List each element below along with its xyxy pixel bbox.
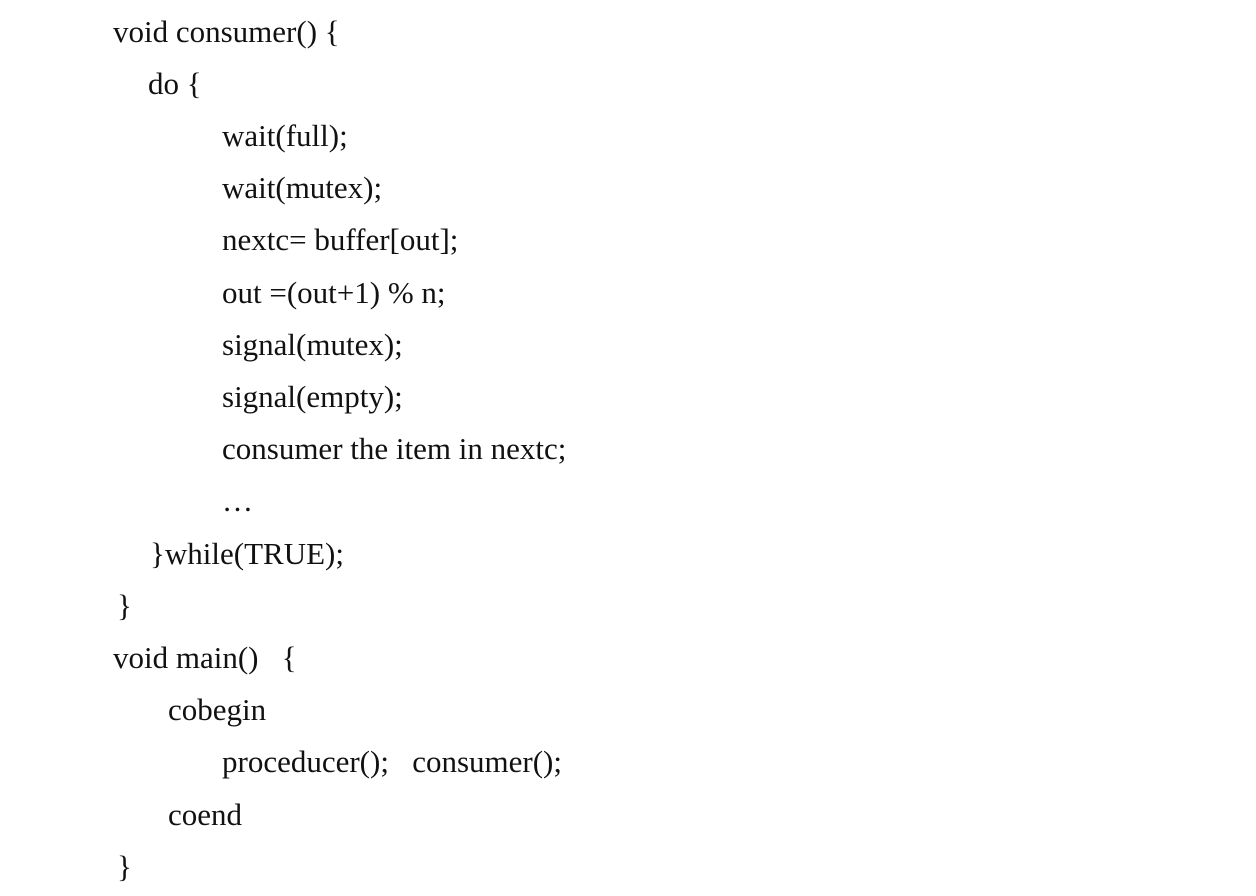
code-line: }while(TRUE); (150, 536, 344, 571)
document-page: void consumer() { do { wait(full); wait(… (0, 0, 1256, 896)
code-line: wait(full); (222, 118, 348, 153)
code-line: coend (168, 797, 243, 832)
code-line: void main() { (113, 640, 297, 675)
code-line: cobegin (168, 692, 267, 727)
code-line: proceducer(); consumer(); (222, 744, 562, 779)
code-line: } (117, 849, 132, 884)
code-line: wait(mutex); (222, 170, 383, 205)
code-line: void consumer() { (113, 14, 340, 49)
code-line: nextc= buffer[out]; (222, 222, 459, 257)
code-line: … (222, 483, 253, 518)
code-line: consumer the item in nextc; (222, 431, 567, 466)
code-line: do { (148, 66, 202, 101)
code-line: out =(out+1) % n; (222, 275, 446, 310)
code-line: signal(mutex); (222, 327, 403, 362)
code-line: } (117, 588, 132, 623)
code-line: signal(empty); (222, 379, 403, 414)
